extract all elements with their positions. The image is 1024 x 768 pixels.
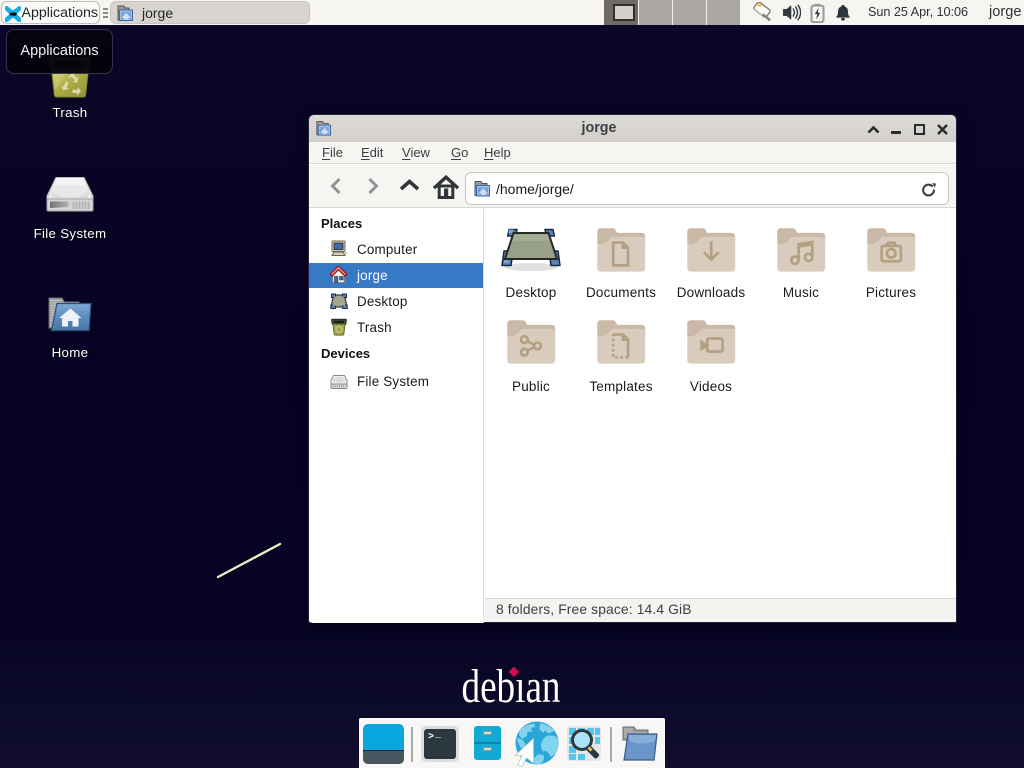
svg-text:debıan: debıan: [462, 660, 561, 712]
